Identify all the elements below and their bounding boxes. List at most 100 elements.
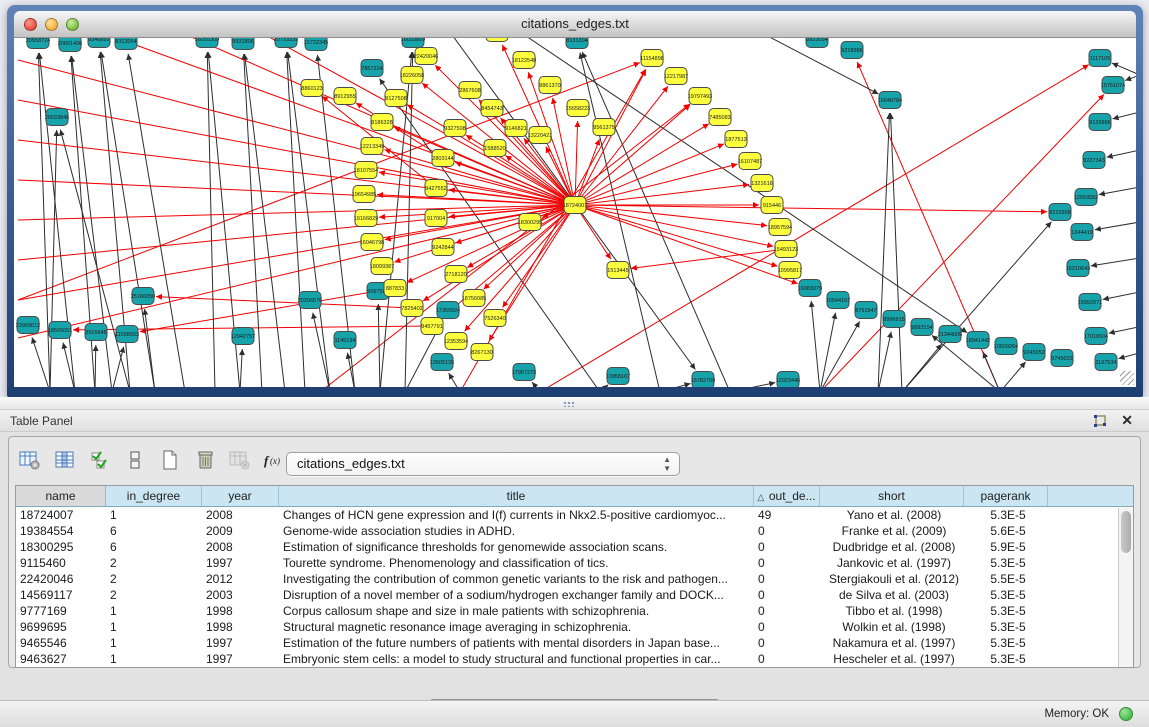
table-selector-dropdown[interactable]: citations_edges.txt ▲▼ <box>286 452 680 476</box>
column-header-title[interactable]: title <box>279 486 754 506</box>
graph-node[interactable]: 8791947 <box>855 302 877 319</box>
vertical-scrollbar[interactable] <box>1118 508 1133 667</box>
graph-node[interactable]: 7526340 <box>484 310 506 327</box>
graph-node[interactable]: 887833 <box>384 280 406 297</box>
graph-node[interactable]: 12353594 <box>444 333 468 350</box>
graph-node[interactable]: 915446 <box>761 197 783 214</box>
graph-node[interactable]: 9218986 <box>841 42 863 59</box>
resize-grip-icon[interactable] <box>1120 371 1134 385</box>
delete-column-icon[interactable] <box>192 447 218 473</box>
graph-node[interactable]: 12093582 <box>1074 189 1098 206</box>
graph-node[interactable]: 1244419 <box>1071 224 1093 241</box>
graph-node[interactable]: 9227343 <box>1083 152 1105 169</box>
graph-node[interactable]: 10544167 <box>826 292 850 309</box>
graph-node[interactable]: 8454743 <box>481 100 503 117</box>
graph-node[interactable]: 20033845 <box>45 109 69 126</box>
graph-node[interactable]: 12923446 <box>776 372 800 388</box>
graph-node[interactable]: 9327508 <box>444 120 466 137</box>
splitter-grip-icon[interactable] <box>563 401 575 407</box>
graph-node[interactable]: 19797493 <box>688 88 712 105</box>
graph-node[interactable]: 9893154 <box>911 319 933 336</box>
graph-node[interactable]: 2718120 <box>445 266 467 283</box>
graph-node[interactable]: 16648784 <box>878 92 902 109</box>
graph-node[interactable]: 23909612 <box>16 317 40 334</box>
graph-node[interactable]: 917004 <box>425 210 447 227</box>
graph-node[interactable]: 7485083 <box>709 109 731 126</box>
table-row[interactable]: 946554611997Estimation of the future num… <box>16 635 1133 651</box>
graph-node[interactable]: 8912955 <box>334 88 356 105</box>
graph-node[interactable]: 20691406 <box>58 38 82 52</box>
graph-node[interactable]: 9129966 <box>1089 114 1111 131</box>
graph-node[interactable]: 9242844 <box>432 239 454 256</box>
graph-node[interactable]: 11154898 <box>640 50 664 67</box>
graph-node[interactable]: 16033809 <box>401 38 425 48</box>
rows-icon[interactable] <box>122 447 148 473</box>
graph-node[interactable]: 11568693 <box>115 326 139 343</box>
graph-node[interactable]: 10958167 <box>606 368 630 385</box>
graph-node[interactable]: 15992971 <box>1078 294 1102 311</box>
graph-node[interactable]: 19166829 <box>354 210 378 227</box>
graph-node[interactable]: 1145194 <box>334 332 356 349</box>
graph-node[interactable]: 18099387 <box>370 258 394 275</box>
graph-node[interactable]: 16107487 <box>738 153 762 170</box>
column-header-pagerank[interactable]: pagerank <box>964 486 1048 506</box>
graph-node[interactable]: 21344005 <box>938 326 962 343</box>
show-column-icon[interactable] <box>52 447 78 473</box>
graph-node[interactable]: 9427552 <box>425 180 447 197</box>
graph-node[interactable]: 25166050 <box>131 288 155 305</box>
table-row[interactable]: 1938455462009Genome-wide association stu… <box>16 523 1133 539</box>
graph-node[interactable]: 12213349 <box>360 138 384 155</box>
network-canvas[interactable]: 2055872420691406934689283130541605530999… <box>14 38 1136 387</box>
graph-node[interactable]: 20206576 <box>298 292 322 309</box>
graph-node[interactable]: 18957594 <box>768 219 792 236</box>
graph-node[interactable]: 18122540 <box>512 52 536 69</box>
graph-node[interactable]: 16210643 <box>1066 260 1090 277</box>
graph-node[interactable]: 12942757 <box>231 328 255 345</box>
graph-node[interactable]: 18724007 <box>563 197 587 214</box>
panel-splitter[interactable] <box>0 397 1149 410</box>
graph-node[interactable]: 22420046 <box>414 48 438 65</box>
graph-node[interactable]: 15751074 <box>1101 77 1125 94</box>
graph-node[interactable]: 7825402 <box>401 300 423 317</box>
graph-node[interactable]: 8996915 <box>883 311 905 328</box>
graph-node[interactable]: 18756085 <box>462 290 486 307</box>
new-column-icon[interactable] <box>157 447 183 473</box>
graph-node[interactable]: 9561375 <box>593 119 615 136</box>
function-builder-icon[interactable]: f(x) <box>262 447 288 473</box>
graph-node[interactable]: 20733325 <box>274 38 298 48</box>
graph-node[interactable]: 1588520 <box>484 140 506 157</box>
graph-node[interactable]: 18300295 <box>518 214 542 231</box>
graph-node[interactable]: 1117105 <box>1089 50 1111 67</box>
graph-node[interactable]: 8267130 <box>471 344 493 361</box>
graph-node[interactable]: 18226058 <box>400 67 424 84</box>
graph-node[interactable]: 1321616 <box>751 175 773 192</box>
column-header-in_degree[interactable]: in_degree <box>106 486 202 506</box>
graph-node[interactable]: 17359924 <box>436 302 460 319</box>
graph-node[interactable]: 9127508 <box>385 90 407 107</box>
float-window-icon[interactable] <box>1093 414 1107 428</box>
graph-node[interactable]: 8813054 <box>806 38 828 48</box>
graph-node[interactable]: 2803144 <box>432 150 454 167</box>
graph-node[interactable]: 16083079 <box>798 280 822 297</box>
table-row[interactable]: 969969511998Structural magnetic resonanc… <box>16 619 1133 635</box>
table-row[interactable]: 1872400712008Changes of HCN gene express… <box>16 507 1133 523</box>
graph-node[interactable]: 9745023 <box>1051 350 1073 367</box>
graph-node[interactable]: 9346892 <box>88 38 110 48</box>
graph-node[interactable]: 15658223 <box>566 100 590 117</box>
graph-node[interactable]: 7857224 <box>361 60 383 77</box>
table-row[interactable]: 946362711997Embryonic stem cells: a mode… <box>16 651 1133 667</box>
table-row[interactable]: 977716911998Corpus callosum shape and si… <box>16 603 1133 619</box>
graph-node[interactable]: 15493123 <box>774 241 798 258</box>
graph-node[interactable]: 13505135 <box>430 354 454 371</box>
window-titlebar[interactable]: citations_edges.txt <box>14 11 1136 38</box>
graph-node[interactable]: 1877513 <box>725 131 747 148</box>
graph-node[interactable]: 8215958 <box>1049 204 1071 221</box>
graph-node[interactable]: 20558724 <box>26 38 50 49</box>
graph-node[interactable]: 9245052 <box>1023 344 1045 361</box>
graph-node[interactable]: 13220421 <box>528 127 552 144</box>
graph-node[interactable]: 16046798 <box>360 234 384 251</box>
memory-ok-indicator-icon[interactable] <box>1119 707 1133 721</box>
table-row[interactable]: 2242004622012Investigating the contribut… <box>16 571 1133 587</box>
graph-node[interactable]: 1513445 <box>607 262 629 279</box>
scrollbar-thumb[interactable] <box>1121 511 1131 553</box>
